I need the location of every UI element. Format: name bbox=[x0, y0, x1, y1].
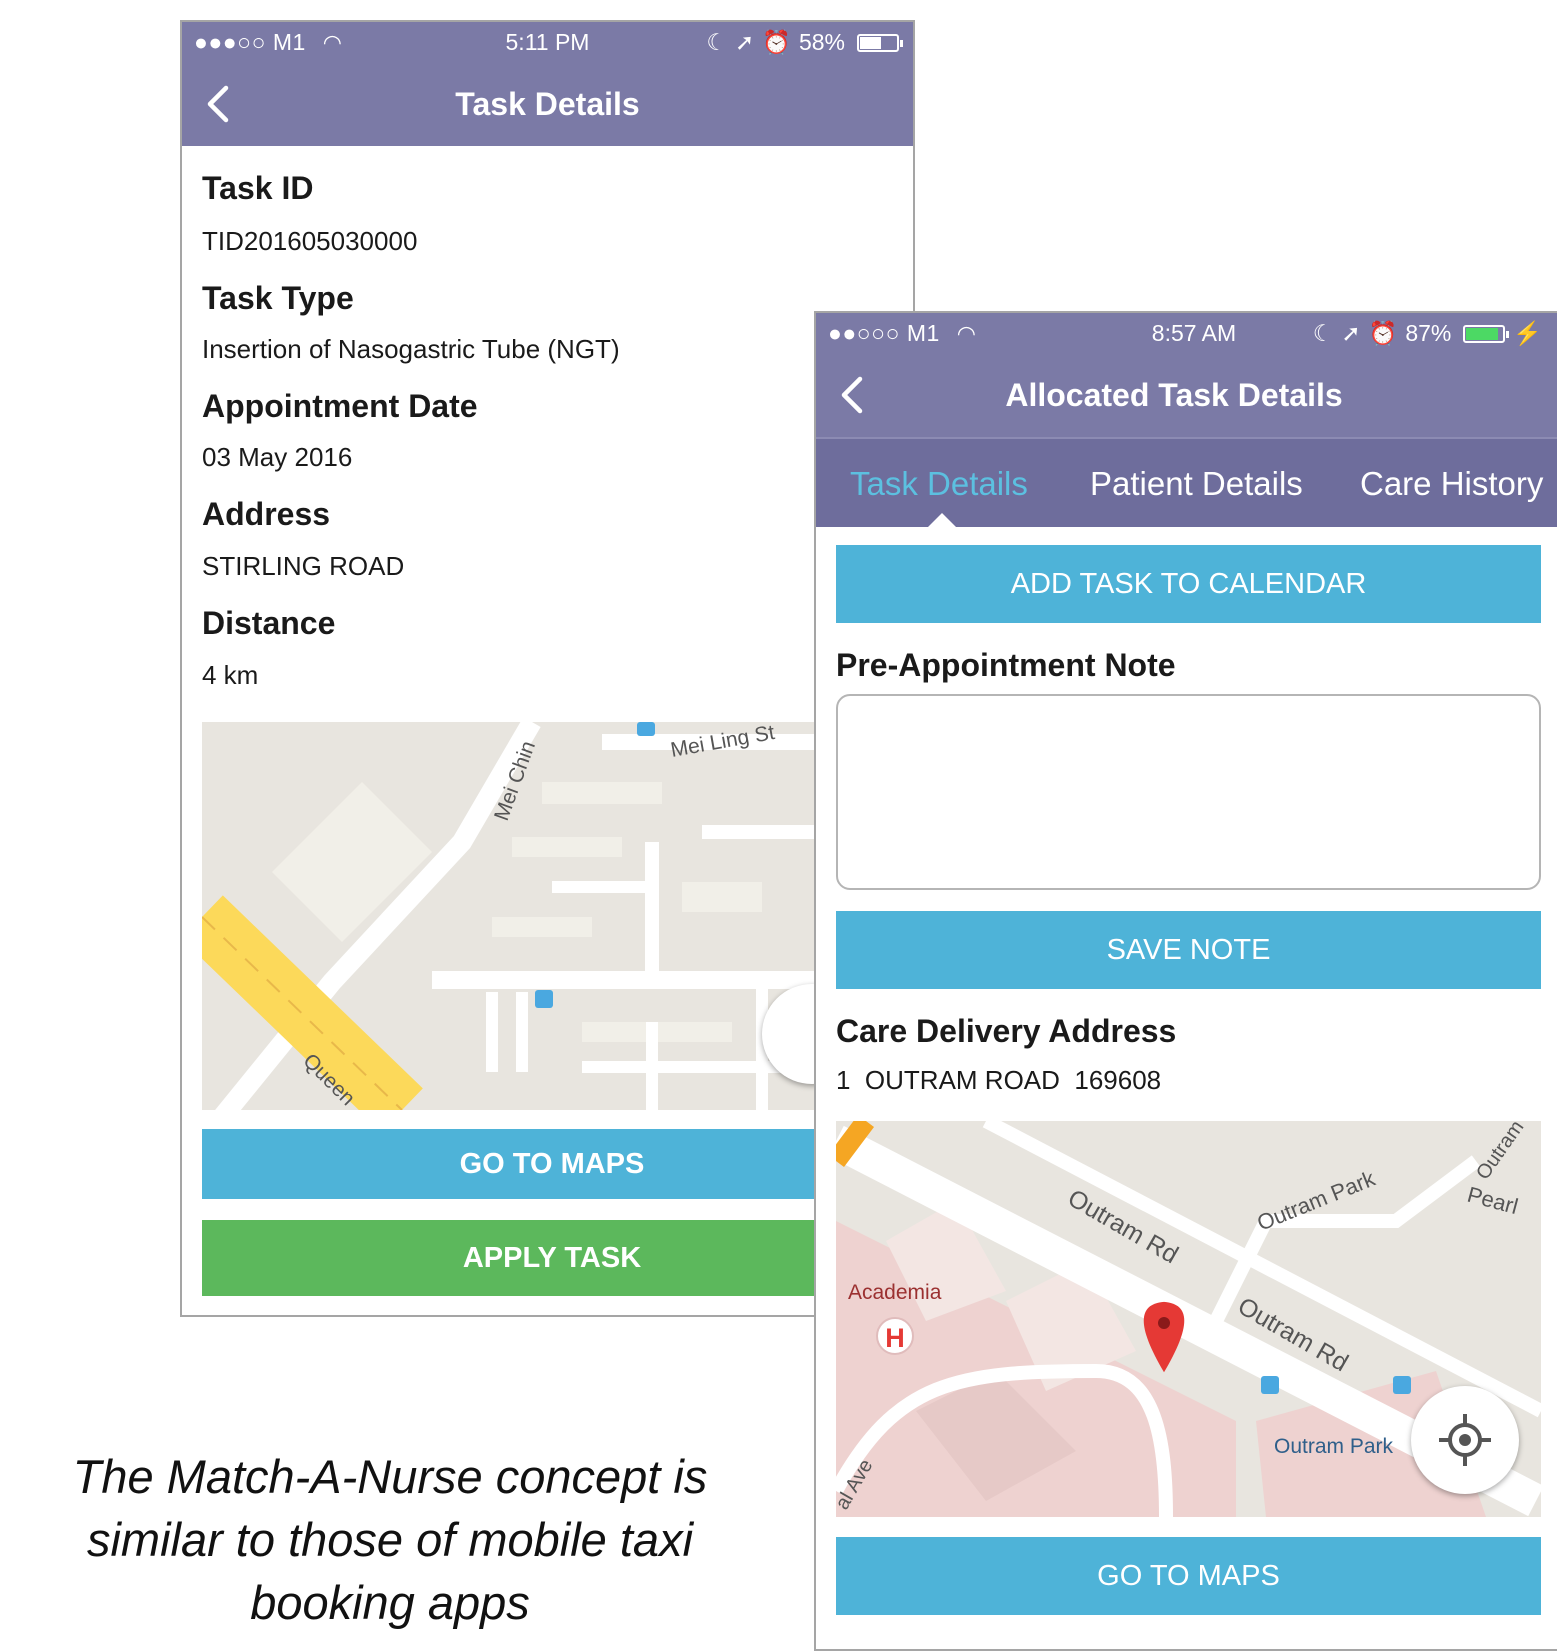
caption-line-3: booking apps bbox=[250, 1576, 530, 1629]
task-type-value: Insertion of Nasogastric Tube (NGT) bbox=[202, 334, 620, 364]
charging-icon: ⚡ bbox=[1513, 320, 1542, 346]
alarm-icon: ⏰ bbox=[762, 29, 791, 55]
tab-bar: Task Details Patient Details Care Histor… bbox=[816, 437, 1557, 527]
map-label-outram-park-station: Outram Park bbox=[1274, 1435, 1394, 1458]
page-title: Allocated Task Details bbox=[1005, 377, 1343, 413]
battery-icon bbox=[1463, 324, 1510, 343]
pre-appointment-note-label: Pre-Appointment Note bbox=[836, 647, 1176, 683]
tab-care-history[interactable]: Care History bbox=[1360, 465, 1543, 503]
map-view[interactable]: Mei Chin Mei Ling St Queen bbox=[202, 722, 902, 1110]
caption-line-1: The Match-A-Nurse concept is bbox=[72, 1450, 708, 1503]
moon-icon: ☾ bbox=[706, 29, 728, 55]
save-note-button[interactable]: SAVE NOTE bbox=[836, 911, 1541, 989]
location-arrow-icon: ➚ bbox=[1341, 320, 1361, 346]
battery-percent: 58% bbox=[798, 29, 845, 55]
locate-me-button[interactable] bbox=[1411, 1386, 1519, 1494]
task-type-label: Task Type bbox=[202, 280, 354, 316]
go-to-maps-button[interactable]: GO TO MAPS bbox=[836, 1537, 1541, 1615]
distance-value: 4 km bbox=[202, 660, 259, 690]
hospital-marker: H bbox=[885, 1323, 905, 1353]
battery-icon bbox=[857, 33, 903, 52]
address-value: STIRLING ROAD bbox=[202, 551, 405, 581]
appointment-date-label: Appointment Date bbox=[202, 388, 478, 424]
pre-appointment-note-input[interactable] bbox=[836, 694, 1541, 890]
distance-label: Distance bbox=[202, 605, 336, 641]
map-label-academia: Academia bbox=[848, 1281, 942, 1304]
moon-icon: ☾ bbox=[1312, 320, 1334, 346]
care-delivery-address-value: 1 OUTRAM ROAD 169608 bbox=[836, 1065, 1162, 1095]
task-id-label: Task ID bbox=[202, 170, 314, 206]
active-tab-indicator bbox=[928, 513, 956, 527]
alarm-icon: ⏰ bbox=[1368, 320, 1398, 346]
caption-line-2: similar to those of mobile taxi bbox=[86, 1513, 694, 1566]
add-task-to-calendar-button[interactable]: ADD TASK TO CALENDAR bbox=[836, 545, 1541, 623]
go-to-maps-button[interactable]: GO TO MAPS bbox=[202, 1129, 902, 1199]
location-arrow-icon: ➚ bbox=[735, 29, 755, 55]
allocated-task-details-screen: ●●○○○ M1 ◠ 8:57 AM ☾ ➚ ⏰ 87% ⚡ Allocated… bbox=[814, 311, 1557, 1651]
appointment-date-value: 03 May 2016 bbox=[202, 442, 353, 472]
address-label: Address bbox=[202, 496, 331, 532]
task-id-value: TID201605030000 bbox=[202, 226, 418, 256]
nav-bar: Allocated Task Details bbox=[816, 355, 1557, 437]
status-bar: ●●○○○ M1 ◠ 8:57 AM ☾ ➚ ⏰ 87% ⚡ bbox=[816, 313, 1557, 355]
map-view[interactable]: H Outram Rd Outram Rd Outram Park Outram… bbox=[836, 1121, 1541, 1517]
page-title: Task Details bbox=[455, 86, 640, 122]
tab-patient-details[interactable]: Patient Details bbox=[1090, 465, 1303, 503]
caption: The Match-A-Nurse concept is similar to … bbox=[30, 1445, 750, 1634]
care-delivery-address-label: Care Delivery Address bbox=[836, 1013, 1177, 1049]
apply-task-button[interactable]: APPLY TASK bbox=[202, 1220, 902, 1296]
nav-bar: Task Details bbox=[182, 64, 913, 146]
tab-task-details[interactable]: Task Details bbox=[850, 465, 1028, 503]
crosshair-icon bbox=[1439, 1414, 1491, 1466]
battery-percent: 87% bbox=[1405, 320, 1452, 346]
task-details-screen: ●●●○○ M1 ◠ 5:11 PM ☾ ➚ ⏰ 58% Task Detail… bbox=[180, 20, 915, 1317]
status-bar: ●●●○○ M1 ◠ 5:11 PM ☾ ➚ ⏰ 58% bbox=[182, 22, 913, 64]
